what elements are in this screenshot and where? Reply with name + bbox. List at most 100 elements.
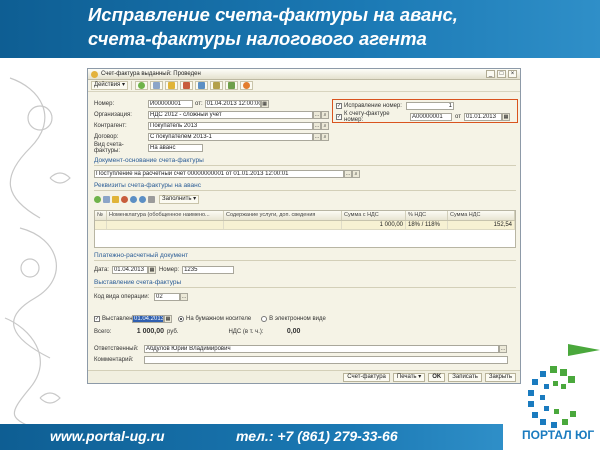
col-number[interactable]: № [95, 211, 107, 220]
vat-label: НДС (в т. ч.): [228, 328, 264, 335]
calendar-button[interactable]: ▦ [260, 99, 269, 108]
paper-radio[interactable] [178, 315, 184, 322]
number-field[interactable]: И00000001 [148, 99, 193, 108]
table-row[interactable]: 1 000,00 18% / 118% 152,54 [95, 221, 515, 230]
requisites-section-header: Реквизиты счета-фактуры на аванс [94, 182, 516, 191]
payment-number-field[interactable]: 1235 [182, 265, 235, 274]
contractor-label: Контрагент: [94, 122, 127, 129]
contract-search-button[interactable]: ⌕ [321, 132, 329, 141]
payment-section-header: Платежно-расчетный документ [94, 252, 516, 261]
post-button[interactable] [164, 81, 178, 90]
correction-checkbox[interactable]: ✓ [336, 102, 342, 109]
col-sum-with-vat[interactable]: Сумма с НДС [342, 211, 406, 220]
move-up-icon[interactable] [130, 196, 137, 203]
from-label: от: [195, 100, 203, 107]
totals-row: Всего: 1 000,00 руб. НДС (в т. ч.): 0,00 [94, 327, 300, 336]
help-button[interactable] [239, 81, 253, 90]
delete-row-icon[interactable] [121, 196, 128, 203]
to-invoice-checkbox[interactable]: ✓ [336, 113, 342, 120]
ok-button[interactable]: OK [428, 372, 446, 382]
basis-search-button[interactable]: ⌕ [352, 169, 360, 178]
responsible-field[interactable]: Абдулов Юрий Владимирович [144, 344, 499, 353]
plus-icon [137, 82, 145, 89]
invoice-print-button[interactable]: Счет-фактура [343, 372, 390, 382]
date-field[interactable]: 01.04.2013 12:00:00 [204, 99, 261, 108]
new-document-button[interactable] [134, 81, 148, 90]
basis-row: Поступление на расчетный счет 0000000000… [94, 169, 360, 178]
electronic-radio[interactable] [261, 315, 268, 322]
contractor-field[interactable]: Покупатель 2013 [148, 121, 313, 130]
col-vat-rate[interactable]: % НДС [406, 211, 448, 220]
issued-date-field[interactable]: 01.04.2013 [132, 314, 164, 323]
toolbar: Действия ▾ [88, 80, 520, 92]
close-window-button[interactable]: × [508, 70, 517, 78]
next-slide-arrow-icon[interactable] [568, 344, 600, 356]
copy-row-icon[interactable] [103, 196, 110, 203]
to-invoice-number-field[interactable]: А00000001 [410, 112, 452, 121]
edit-row-icon[interactable] [112, 196, 119, 203]
sort-icon[interactable] [148, 196, 155, 203]
cell-number [95, 221, 107, 229]
responsible-select-button[interactable]: … [499, 344, 507, 353]
org-search-button[interactable]: ⌕ [321, 110, 329, 119]
payment-date-label: Дата: [94, 266, 109, 273]
copy-button[interactable] [149, 81, 163, 90]
payment-date-field[interactable]: 01.04.2013 [111, 265, 148, 274]
number-row: Номер: И00000001 от: 01.04.2013 12:00:00… [94, 99, 269, 108]
issued-checkbox[interactable]: ✓ [94, 315, 100, 322]
structure-icon [197, 82, 205, 89]
op-code-row: Код вида операции: 02 … [94, 292, 188, 301]
requisites-table: № Номенклатура (обобщенное наимено... Со… [94, 210, 516, 248]
to-invoice-date-field[interactable]: 01.01.2013 [463, 112, 502, 121]
fill-button[interactable]: Заполнить ▾ [159, 195, 200, 204]
footer-website[interactable]: www.portal-ug.ru [50, 428, 165, 444]
report-button[interactable] [224, 81, 238, 90]
payment-calendar-button[interactable]: ▦ [147, 265, 156, 274]
to-invoice-calendar-button[interactable]: ▦ [501, 112, 510, 121]
actions-menu-button[interactable]: Действия ▾ [91, 81, 128, 90]
contractor-select-button[interactable]: … [313, 121, 321, 130]
close-button[interactable]: Закрыть [484, 372, 516, 382]
comment-field[interactable] [144, 355, 508, 364]
to-invoice-row: ✓ К счету-фактуре номер: А00000001 от 01… [336, 110, 510, 123]
print-menu-button[interactable]: Печать ▾ [392, 372, 426, 382]
correction-number-field[interactable]: 1 [406, 101, 454, 110]
to-invoice-label: К счету-фактуре номер: [344, 110, 390, 123]
unpost-icon [182, 82, 190, 89]
structure-button[interactable] [194, 81, 208, 90]
invoice-type-field[interactable]: На аванс [148, 143, 203, 152]
org-field[interactable]: НДС 2012 - сложный учет [148, 110, 313, 119]
col-vat-sum[interactable]: Сумма НДС [448, 211, 515, 220]
basis-select-button[interactable]: … [344, 169, 352, 178]
requisites-section-title: Реквизиты счета-фактуры на аванс [94, 182, 201, 189]
add-row-icon[interactable] [94, 196, 101, 203]
post-icon [167, 82, 175, 89]
invoice-window: Счет-фактура выданный: Проведен _ □ × Де… [87, 68, 521, 384]
save-button[interactable]: Записать [448, 372, 482, 382]
basis-document-field[interactable]: Поступление на расчетный счет 0000000000… [94, 169, 344, 178]
cell-vat-sum: 152,54 [448, 221, 515, 229]
col-nomenclature[interactable]: Номенклатура (обобщенное наимено... [107, 211, 224, 220]
to-invoice-from-label: от [455, 113, 461, 120]
minimize-button[interactable]: _ [486, 70, 495, 78]
correction-row: ✓ Исправление номер: 1 [336, 101, 454, 110]
basis-section-title: Документ-основание счета-фактуры [94, 157, 204, 164]
ledger-button[interactable] [209, 81, 223, 90]
move-down-icon[interactable] [139, 196, 146, 203]
maximize-button[interactable]: □ [497, 70, 506, 78]
op-code-select-button[interactable]: … [180, 292, 188, 301]
issued-calendar-button[interactable]: ▦ [164, 314, 172, 323]
window-title: Счет-фактура выданный: Проведен [101, 71, 201, 77]
contractor-search-button[interactable]: ⌕ [321, 121, 329, 130]
contract-field[interactable]: С покупателем 2013-1 [148, 132, 313, 141]
org-select-button[interactable]: … [313, 110, 321, 119]
issued-label: Выставлен [102, 315, 133, 322]
currency-label: руб. [167, 328, 179, 335]
invoice-type-label: Вид счета-фактуры: [94, 141, 124, 154]
contract-select-button[interactable]: … [313, 132, 321, 141]
unpost-button[interactable] [179, 81, 193, 90]
col-service-content[interactable]: Содержание услуги, доп. сведения [224, 211, 342, 220]
slide-header: Исправление счета-фактуры на аванс, счет… [0, 0, 600, 58]
issued-row: ✓ Выставлен 01.04.2013 ▦ На бумажном нос… [94, 314, 326, 323]
op-code-field[interactable]: 02 [154, 292, 180, 301]
